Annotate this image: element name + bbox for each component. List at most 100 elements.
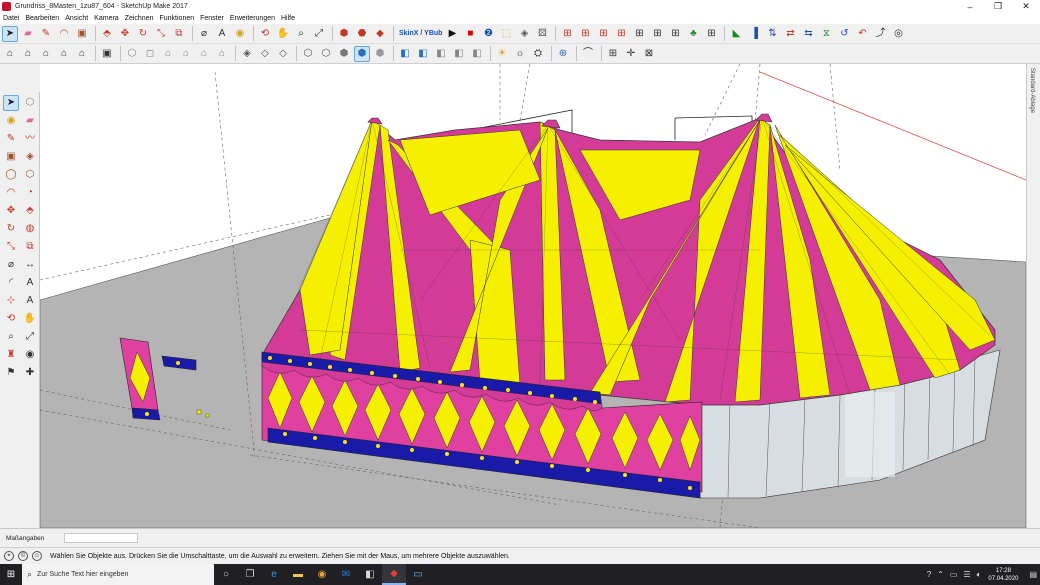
rotated-rectangle-icon[interactable]: ◈ [22, 149, 38, 165]
freehand-icon[interactable]: 〰 [22, 131, 38, 147]
solid-cube-icon[interactable]: ◧ [397, 46, 413, 62]
dice-icon[interactable]: ⚄ [534, 26, 550, 42]
menu-funktionen[interactable]: Funktionen [156, 15, 197, 22]
tray-label[interactable]: Standard-Ablage [1029, 68, 1035, 113]
monochrome-icon[interactable]: ⬢ [372, 46, 388, 62]
3d-warehouse-icon[interactable]: ⬢ [336, 26, 352, 42]
grid-plugin-icon[interactable]: ⊞ [667, 26, 683, 42]
box-icon[interactable]: ⬚ [498, 26, 514, 42]
maximize-button[interactable]: ❐ [984, 0, 1012, 13]
section-plane-icon[interactable]: ⊕ [555, 46, 571, 62]
push-pull-icon[interactable]: ⬘ [22, 203, 38, 219]
plugin-icon[interactable]: ❷ [480, 26, 496, 42]
scale-icon[interactable]: ⤡ [153, 26, 169, 42]
section-cut-icon[interactable]: ⌒ [580, 46, 596, 62]
back-view-icon[interactable]: ⌂ [196, 46, 212, 62]
app-icon[interactable]: ▭ [406, 564, 430, 585]
axes-icon[interactable]: ⊹ [3, 293, 19, 309]
push-pull-icon[interactable]: ⬘ [99, 26, 115, 42]
arrows-icon[interactable]: ⇆ [800, 26, 816, 42]
fog-icon[interactable]: ⛭ [530, 46, 546, 62]
grid-plugin-icon[interactable]: ⊞ [613, 26, 629, 42]
left-view-icon[interactable]: ⌂ [214, 46, 230, 62]
polygon-icon[interactable]: ⬡ [22, 167, 38, 183]
curve-icon[interactable]: ↶ [854, 26, 870, 42]
circle-icon[interactable]: ◯ [3, 167, 19, 183]
arrows-icon[interactable]: ⇄ [782, 26, 798, 42]
rectangle-icon[interactable]: ▣ [3, 149, 19, 165]
eraser-icon[interactable]: ▰ [20, 26, 36, 42]
grid-plugin-icon[interactable]: ⊞ [595, 26, 611, 42]
grid-plugin-icon[interactable]: ⊞ [649, 26, 665, 42]
offset-icon[interactable]: ⧉ [22, 239, 38, 255]
move-icon[interactable]: ✥ [3, 203, 19, 219]
house-icon[interactable]: ⌂ [74, 46, 90, 62]
menu-zeichnen[interactable]: Zeichnen [122, 15, 157, 22]
solar-icon[interactable]: ☀ [494, 46, 510, 62]
follow-me-icon[interactable]: ◍ [22, 221, 38, 237]
credits-icon[interactable]: © [18, 551, 28, 561]
zoom-extents-icon[interactable]: ⤢ [311, 26, 327, 42]
xray-icon[interactable]: ◈ [239, 46, 255, 62]
position-camera-icon[interactable]: ♜ [3, 347, 19, 363]
walk-icon[interactable]: ⚑ [3, 365, 19, 381]
iso-view-icon[interactable]: ⬡ [124, 46, 140, 62]
tree-icon[interactable]: ♣ [685, 26, 701, 42]
play-icon[interactable]: ▶ [444, 26, 460, 42]
arc-icon[interactable]: ◠ [3, 185, 19, 201]
geo-location-icon[interactable]: ⌖ [4, 551, 14, 561]
tape-measure-icon[interactable]: ⌀ [196, 26, 212, 42]
orbit-icon[interactable]: ⟲ [3, 311, 19, 327]
grid-plugin-icon[interactable]: ⊞ [631, 26, 647, 42]
paint-bucket-icon[interactable]: ◉ [3, 113, 19, 129]
dimension-icon[interactable]: ↔ [22, 257, 38, 273]
paint-bucket-icon[interactable]: ◉ [232, 26, 248, 42]
text-icon[interactable]: A [22, 275, 38, 291]
measurements-input[interactable] [64, 533, 139, 543]
taskbar-clock[interactable]: 17:28 07.04.2020 [988, 567, 1018, 583]
menu-datei[interactable]: Datei [0, 15, 22, 22]
stop-icon[interactable]: ■ [462, 26, 478, 42]
right-view-icon[interactable]: ⌂ [178, 46, 194, 62]
house-icon[interactable]: ⌂ [56, 46, 72, 62]
rotate-icon[interactable]: ↻ [3, 221, 19, 237]
skinx-label[interactable]: SkinX / YBub [399, 30, 442, 37]
store-icon[interactable]: ◧ [358, 564, 382, 585]
wireframe-icon[interactable]: ⬡ [300, 46, 316, 62]
front-view-icon[interactable]: ⌂ [160, 46, 176, 62]
default-tray[interactable]: Standard-Ablage [1026, 64, 1040, 528]
extension-icon[interactable]: ◆ [372, 26, 388, 42]
taskbar-search[interactable]: ⌕ Zur Suche Text hier eingeben [22, 564, 214, 585]
look-around-icon[interactable]: ◉ [22, 347, 38, 363]
select-icon[interactable]: ➤ [3, 95, 19, 111]
select-icon[interactable]: ➤ [2, 25, 18, 42]
line-icon[interactable]: ✎ [3, 131, 19, 147]
hidden-line-icon[interactable]: ⬡ [318, 46, 334, 62]
menu-bearbeiten[interactable]: Bearbeiten [22, 15, 62, 22]
solid-cube-icon[interactable]: ◧ [415, 46, 431, 62]
outlook-icon[interactable]: ✉ [334, 564, 358, 585]
rectangle-icon[interactable]: ▣ [74, 26, 90, 42]
home-icon[interactable]: ⌂ [2, 46, 18, 62]
task-view-icon[interactable]: ❐ [238, 564, 262, 585]
3d-viewport[interactable] [40, 64, 1026, 528]
menu-kamera[interactable]: Kamera [91, 15, 122, 22]
shaded-icon[interactable]: ⬢ [336, 46, 352, 62]
notifications-icon[interactable]: ▤ [1029, 570, 1037, 579]
user-icon[interactable]: ☺ [32, 551, 42, 561]
target-icon[interactable]: ◎ [890, 26, 906, 42]
back-edges-icon[interactable]: ◇ [257, 46, 273, 62]
orbit-icon[interactable]: ⟲ [257, 26, 273, 42]
grid-plugin-icon[interactable]: ⊞ [559, 26, 575, 42]
sketchup-taskbar-icon[interactable]: ◆ [382, 564, 406, 585]
zoom-icon[interactable]: ⌕ [293, 26, 309, 42]
pan-icon[interactable]: ✋ [275, 26, 291, 42]
grid-plugin-icon[interactable]: ⊞ [577, 26, 593, 42]
scale-icon[interactable]: ⤡ [3, 239, 19, 255]
chrome-icon[interactable]: ◉ [310, 564, 334, 585]
move-icon[interactable]: ✥ [117, 26, 133, 42]
curve-icon[interactable]: ↺ [836, 26, 852, 42]
3d-text-icon[interactable]: A [22, 293, 38, 309]
arrows-icon[interactable]: ⇅ [764, 26, 780, 42]
pencil-icon[interactable]: ✎ [38, 26, 54, 42]
